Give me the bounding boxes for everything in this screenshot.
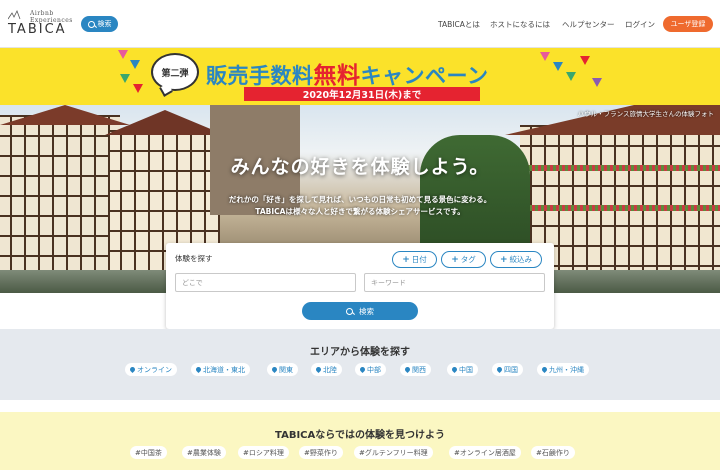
area-chip-label: 関西	[412, 365, 426, 374]
site-header: Airbnb Experiences TABICA 検索 TABICAとは ホス…	[0, 0, 720, 48]
area-chip-shikoku[interactable]: 四国	[492, 363, 523, 376]
map-pin-icon	[450, 365, 459, 374]
bunting-flag-icon	[130, 60, 140, 69]
search-icon	[346, 307, 353, 315]
campaign-badge: 第二弾	[151, 53, 199, 91]
area-chip-online[interactable]: オンライン	[125, 363, 177, 376]
area-chip-kansai[interactable]: 関西	[400, 363, 431, 376]
nav-login[interactable]: ログイン	[625, 19, 655, 30]
bunting-flag-icon	[553, 62, 563, 71]
tag-chip[interactable]: #グルテンフリー料理	[354, 446, 433, 459]
refine-filter-button[interactable]: + 絞込み	[490, 251, 542, 268]
map-pin-icon	[128, 365, 137, 374]
tag-chip[interactable]: #オンライン居酒屋	[449, 446, 521, 459]
campaign-banner[interactable]: 第二弾 販売手数料無料キャンペーン 2020年12月31日(木)まで	[0, 48, 720, 105]
hero-title: みんなの好きを体験しよう。	[230, 156, 490, 178]
campaign-title-part2: 無料	[313, 63, 361, 89]
tag-chip[interactable]: #ロシア料理	[238, 446, 289, 459]
tag-chip[interactable]: #農業体験	[182, 446, 226, 459]
nav-help-center[interactable]: ヘルプセンター	[562, 19, 615, 30]
bunting-flag-icon	[540, 52, 550, 61]
campaign-title-part3: キャンペーン	[360, 64, 489, 88]
tag-chip[interactable]: #中国茶	[130, 446, 167, 459]
search-submit-button[interactable]: 検索	[302, 302, 418, 320]
area-chip-kyushu-okinawa[interactable]: 九州・沖縄	[537, 363, 589, 376]
area-chip-label: オンライン	[137, 365, 172, 374]
tabica-logo[interactable]: Airbnb Experiences TABICA	[8, 8, 78, 40]
date-filter-button[interactable]: + 日付	[392, 251, 437, 268]
bunting-flag-icon	[120, 74, 130, 83]
area-chip-label: 北海道・東北	[203, 365, 245, 374]
search-submit-label: 検索	[359, 306, 374, 316]
search-icon	[87, 20, 95, 28]
tag-chip[interactable]: #石鹸作り	[531, 446, 575, 459]
map-pin-icon	[540, 365, 549, 374]
register-button[interactable]: ユーザ登録	[663, 16, 713, 32]
area-chip-label: 四国	[504, 365, 518, 374]
logo-text: TABICA	[8, 22, 67, 37]
header-search-button[interactable]: 検索	[81, 16, 118, 32]
map-pin-icon	[194, 365, 203, 374]
area-section-title: エリアから体験を探す	[310, 347, 410, 358]
area-chip-label: 北陸	[323, 365, 337, 374]
area-chip-label: 中部	[367, 365, 381, 374]
keyword-input[interactable]: キーワード	[364, 273, 545, 292]
date-filter-label: 日付	[411, 255, 427, 264]
bunting-flag-icon	[566, 72, 576, 81]
experience-search-panel: 体験を探す + 日付 + タグ + 絞込み どこで キーワード 検索	[166, 243, 554, 329]
header-search-label: 検索	[97, 20, 112, 28]
area-chip-kanto[interactable]: 関東	[267, 363, 298, 376]
bunting-flag-icon	[592, 78, 602, 87]
plus-icon: +	[451, 254, 459, 265]
tag-section: TABICAならではの体験を見つけよう #中国茶 #農業体験 #ロシア料理 #野…	[0, 412, 720, 470]
nav-about[interactable]: TABICAとは	[438, 19, 480, 30]
area-chip-chugoku[interactable]: 中国	[447, 363, 478, 376]
area-chip-label: 中国	[459, 365, 473, 374]
campaign-title-part1: 販売手数料	[206, 64, 314, 88]
plus-icon: +	[499, 254, 508, 265]
plus-icon: +	[402, 254, 410, 265]
bunting-flag-icon	[118, 50, 128, 59]
tag-filter-button[interactable]: + タグ	[441, 251, 486, 268]
tag-chip[interactable]: #野菜作り	[299, 446, 343, 459]
hero-roof-left2	[105, 110, 225, 135]
campaign-title: 販売手数料無料キャンペーン	[206, 56, 488, 90]
campaign-deadline: 2020年12月31日(木)まで	[244, 87, 480, 101]
nav-become-host[interactable]: ホストになるには	[490, 19, 550, 30]
hero-subtitle-line1: だれかの「好き」を探して見れば、いつもの日常も初めて見る景色に変わる。	[228, 195, 492, 204]
search-panel-label: 体験を探す	[175, 254, 213, 263]
where-input[interactable]: どこで	[175, 273, 356, 292]
area-chip-chubu[interactable]: 中部	[355, 363, 386, 376]
map-pin-icon	[358, 365, 367, 374]
tag-filter-label: タグ	[460, 255, 476, 264]
map-pin-icon	[403, 365, 412, 374]
area-section: エリアから体験を探す オンライン 北海道・東北 関東 北陸 中部 関西 中国 四…	[0, 329, 720, 400]
area-chip-label: 関東	[279, 365, 293, 374]
tag-section-title: TABICAならではの体験を見つけよう	[275, 430, 445, 441]
hero-photo-credit[interactable]: ハウル・フランス旅情大学生さんの体験フォト	[578, 108, 714, 118]
area-chip-hokkaido-tohoku[interactable]: 北海道・東北	[191, 363, 250, 376]
map-pin-icon	[270, 365, 279, 374]
hero-subtitle-line2: TABICAは様々な人と好きで繋がる体験シェアサービスです。	[255, 207, 465, 216]
area-chip-label: 九州・沖縄	[549, 365, 584, 374]
map-pin-icon	[495, 365, 504, 374]
bunting-flag-icon	[133, 84, 143, 93]
refine-filter-label: 絞込み	[509, 255, 533, 264]
area-chip-hokuriku[interactable]: 北陸	[311, 363, 342, 376]
bunting-flag-icon	[580, 56, 590, 65]
map-pin-icon	[314, 365, 323, 374]
